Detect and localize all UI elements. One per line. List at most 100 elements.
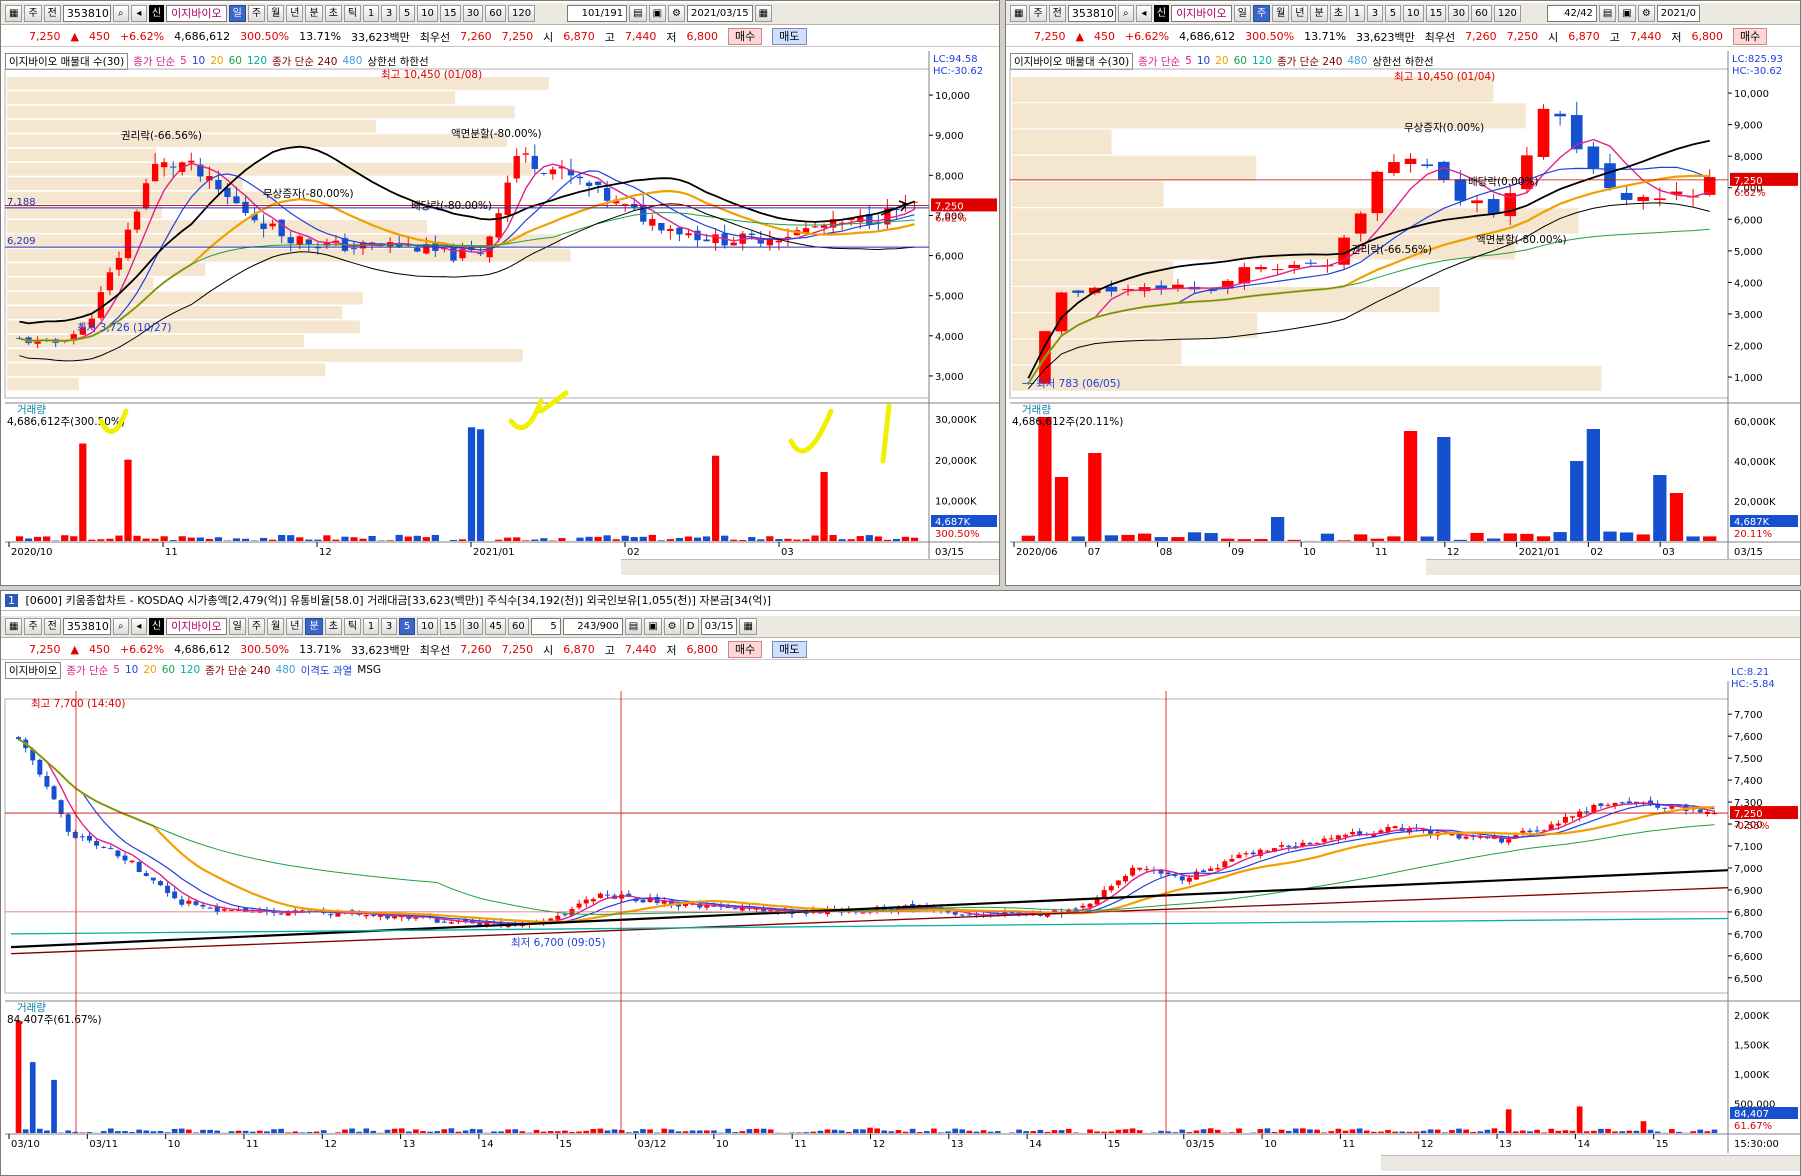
volume-profile-bar bbox=[7, 277, 154, 291]
volume-bar bbox=[633, 1131, 639, 1133]
candle-body bbox=[350, 248, 358, 250]
volume-bar bbox=[757, 539, 765, 541]
volume-bar bbox=[1619, 1131, 1626, 1133]
volume-y-label: 10,000K bbox=[935, 496, 977, 507]
candle-body bbox=[959, 914, 965, 916]
x-tick-label: 02 bbox=[1590, 547, 1603, 558]
volume-bar bbox=[115, 1131, 121, 1133]
y-tick-label: 3,000 bbox=[1734, 310, 1763, 321]
x-tick-label: 03/10 bbox=[11, 1139, 40, 1150]
volume-bar bbox=[775, 539, 783, 541]
candle-body bbox=[576, 903, 582, 908]
candle-body bbox=[1388, 162, 1400, 174]
volume-bar bbox=[1129, 1128, 1136, 1133]
volume-bar bbox=[711, 455, 720, 541]
volume-bar bbox=[583, 1130, 590, 1133]
candle-body bbox=[1570, 816, 1576, 818]
volume-bar bbox=[296, 537, 304, 541]
volume-bar bbox=[594, 536, 602, 541]
volume-bar bbox=[657, 540, 665, 541]
candle-body bbox=[305, 239, 312, 245]
volume-tag: 4,687K bbox=[1734, 517, 1770, 528]
volume-bar bbox=[1420, 1130, 1427, 1133]
volume-bar bbox=[1569, 1130, 1576, 1133]
volume-bar bbox=[384, 1129, 391, 1133]
volume-title: 거래량 bbox=[1022, 404, 1051, 416]
minute-chart-canvas[interactable]: 7,7007,6007,5007,4007,3007,2007,1007,000… bbox=[1, 591, 1801, 1176]
volume-bar bbox=[107, 1128, 114, 1133]
volume-bar bbox=[1470, 532, 1484, 541]
volume-bar bbox=[611, 1129, 618, 1133]
volume-bar bbox=[597, 1128, 604, 1133]
volume-bar bbox=[1307, 1129, 1313, 1133]
volume-bar bbox=[1179, 1129, 1186, 1133]
x-tick-label: 2020/10 bbox=[11, 547, 53, 558]
minute-scrollbar[interactable] bbox=[1381, 1155, 1800, 1171]
volume-y-label: 30,000K bbox=[935, 415, 977, 426]
candle-body bbox=[124, 229, 132, 259]
candle-body bbox=[667, 228, 674, 231]
candle-body bbox=[712, 234, 719, 244]
candle-body bbox=[1437, 161, 1450, 180]
volume-bar bbox=[1137, 533, 1152, 541]
daily-chart-canvas[interactable]: 10,0009,0008,0007,0006,0005,0004,0003,00… bbox=[1, 1, 1000, 586]
volume-y-label: 20,000K bbox=[1734, 497, 1776, 508]
candle-body bbox=[1619, 802, 1625, 804]
candle-body bbox=[1471, 200, 1483, 204]
volume-bar bbox=[1314, 1129, 1320, 1133]
pct-tag: 6.62% bbox=[935, 213, 967, 224]
volume-bar bbox=[462, 1130, 469, 1133]
candle-body bbox=[1392, 826, 1398, 829]
moving-average-10 bbox=[18, 738, 1715, 925]
volume-bar bbox=[1534, 1129, 1540, 1133]
volume-bar bbox=[320, 1130, 327, 1133]
candle-body bbox=[590, 899, 596, 902]
candle-body bbox=[1255, 267, 1267, 270]
weekly-scrollbar[interactable] bbox=[1426, 559, 1800, 575]
weekly-chart-canvas[interactable]: 10,0009,0008,0007,0006,0005,0004,0003,00… bbox=[1006, 1, 1801, 586]
volume-bar bbox=[513, 537, 521, 541]
candle-body bbox=[1208, 868, 1214, 872]
volume-bar bbox=[1486, 538, 1501, 541]
volume-bar bbox=[810, 1131, 817, 1133]
volume-bar bbox=[323, 535, 331, 541]
volume-bar bbox=[1237, 539, 1252, 541]
candle-body bbox=[115, 257, 123, 270]
y-tick-label: 6,000 bbox=[1734, 215, 1763, 226]
volume-bar bbox=[1669, 1129, 1675, 1133]
volume-bar bbox=[1171, 537, 1185, 541]
volume-bar bbox=[1363, 1130, 1370, 1133]
volume-pct: 300.50% bbox=[935, 529, 980, 540]
volume-bar bbox=[931, 1128, 937, 1133]
candle-body bbox=[129, 860, 135, 863]
volume-bar bbox=[271, 1129, 277, 1133]
hline-label: 6,209 bbox=[7, 236, 36, 247]
candle-body bbox=[1463, 836, 1469, 839]
volume-bar bbox=[129, 1132, 135, 1133]
volume-bar bbox=[151, 538, 159, 541]
candle-body bbox=[676, 227, 683, 235]
volume-bar bbox=[505, 1129, 511, 1133]
volume-bar bbox=[725, 1128, 731, 1133]
volume-bar bbox=[1186, 1132, 1193, 1133]
volume-profile-bar bbox=[1012, 129, 1112, 155]
volume-bar bbox=[143, 1130, 150, 1133]
volume-bar bbox=[1371, 1131, 1377, 1133]
volume-bar bbox=[422, 537, 430, 541]
daily-scrollbar[interactable] bbox=[621, 559, 999, 575]
candle-body bbox=[685, 233, 692, 236]
volume-bar bbox=[431, 534, 439, 541]
candle-body bbox=[594, 181, 602, 185]
x-tick-label: 13 bbox=[951, 1139, 964, 1150]
x-end-label: 03/15 bbox=[935, 547, 964, 558]
volume-bar bbox=[469, 1128, 476, 1133]
volume-bar bbox=[1328, 1131, 1335, 1133]
volume-bar bbox=[434, 1131, 441, 1133]
volume-bar bbox=[299, 1132, 306, 1133]
volume-bar bbox=[540, 538, 548, 541]
volume-y-label: 60,000K bbox=[1734, 417, 1776, 428]
volume-bar bbox=[811, 535, 819, 541]
volume-bar bbox=[335, 1132, 341, 1133]
x-tick-label: 11 bbox=[246, 1139, 259, 1150]
volume-bar bbox=[1044, 1131, 1051, 1133]
